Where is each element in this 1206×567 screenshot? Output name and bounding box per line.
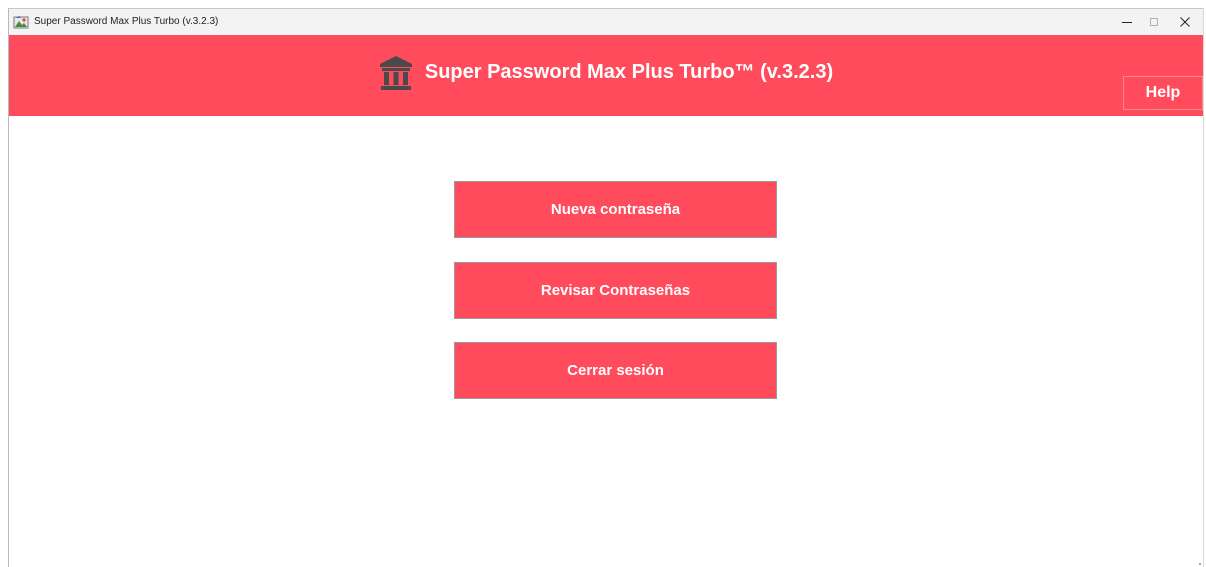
new-password-button[interactable]: Nueva contraseña — [454, 181, 777, 238]
app-window: Super Password Max Plus Turbo (v.3.2.3) — [8, 8, 1204, 567]
resize-grip[interactable] — [1199, 563, 1201, 565]
window-title: Super Password Max Plus Turbo (v.3.2.3) — [34, 16, 219, 27]
app-icon — [13, 15, 29, 29]
logout-button[interactable]: Cerrar sesión — [454, 342, 777, 399]
minimize-icon — [1122, 22, 1132, 23]
close-icon — [1180, 17, 1190, 27]
header-title-group: Super Password Max Plus Turbo™ (v.3.2.3) — [9, 35, 1203, 116]
review-passwords-button[interactable]: Revisar Contraseñas — [454, 262, 777, 319]
close-button[interactable] — [1167, 9, 1203, 35]
bank-icon — [379, 55, 413, 91]
app-title: Super Password Max Plus Turbo™ (v.3.2.3) — [424, 61, 834, 83]
maximize-icon — [1150, 18, 1158, 26]
help-button[interactable]: Help — [1123, 76, 1203, 110]
app-header: Super Password Max Plus Turbo™ (v.3.2.3)… — [9, 35, 1203, 116]
window-titlebar[interactable]: Super Password Max Plus Turbo (v.3.2.3) — [9, 9, 1203, 35]
